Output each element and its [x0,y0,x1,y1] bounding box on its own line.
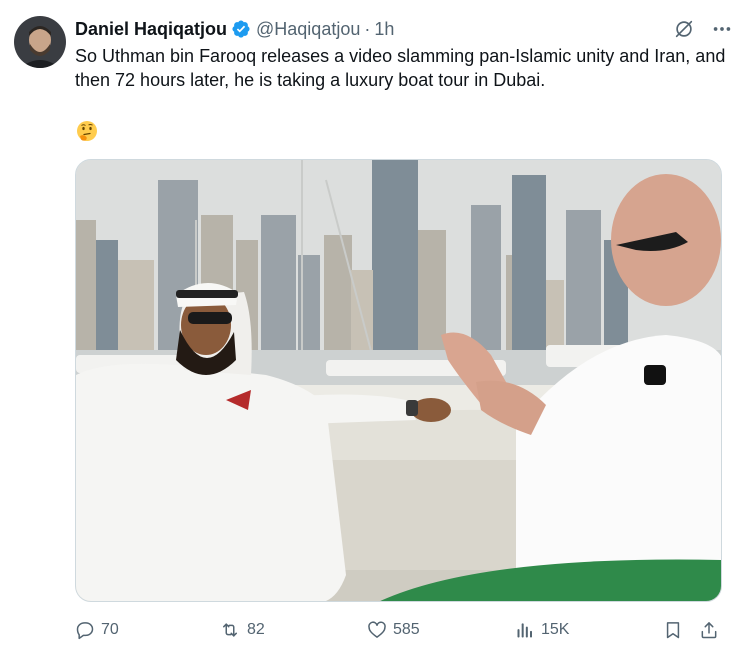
bookmark-icon [663,620,683,640]
like-icon [367,620,387,640]
timestamp[interactable]: 1h [374,19,394,40]
separator-dot: · [364,18,371,39]
tweet-image[interactable] [75,159,722,602]
like-count: 585 [393,621,420,638]
grok-icon[interactable] [673,18,695,40]
share-button[interactable] [699,615,719,645]
views-icon [515,620,535,640]
reply-button[interactable]: 70 [75,615,119,645]
thinking-face-icon [75,119,99,143]
bookmark-button[interactable] [663,615,683,645]
action-bar: 70 82 585 15K [75,615,730,645]
top-actions [673,16,733,42]
avatar[interactable] [14,16,66,68]
share-icon [699,620,719,640]
verified-badge-icon [231,19,251,39]
reply-count: 70 [101,621,119,638]
more-icon[interactable] [711,18,733,40]
tweet-header: Daniel Haqiqatjou @Haqiqatjou · 1h [75,16,394,42]
like-button[interactable]: 585 [367,615,420,645]
repost-button[interactable]: 82 [219,615,265,645]
tweet[interactable]: Daniel Haqiqatjou @Haqiqatjou · 1h So Ut… [0,0,755,652]
views-count: 15K [541,621,570,638]
repost-icon [219,620,241,640]
tweet-text: So Uthman bin Farooq releases a video sl… [75,46,726,90]
reply-icon [75,620,95,640]
author-handle[interactable]: @Haqiqatjou [256,19,360,40]
repost-count: 82 [247,621,265,638]
author-name[interactable]: Daniel Haqiqatjou [75,19,227,40]
views-button[interactable]: 15K [515,615,569,645]
